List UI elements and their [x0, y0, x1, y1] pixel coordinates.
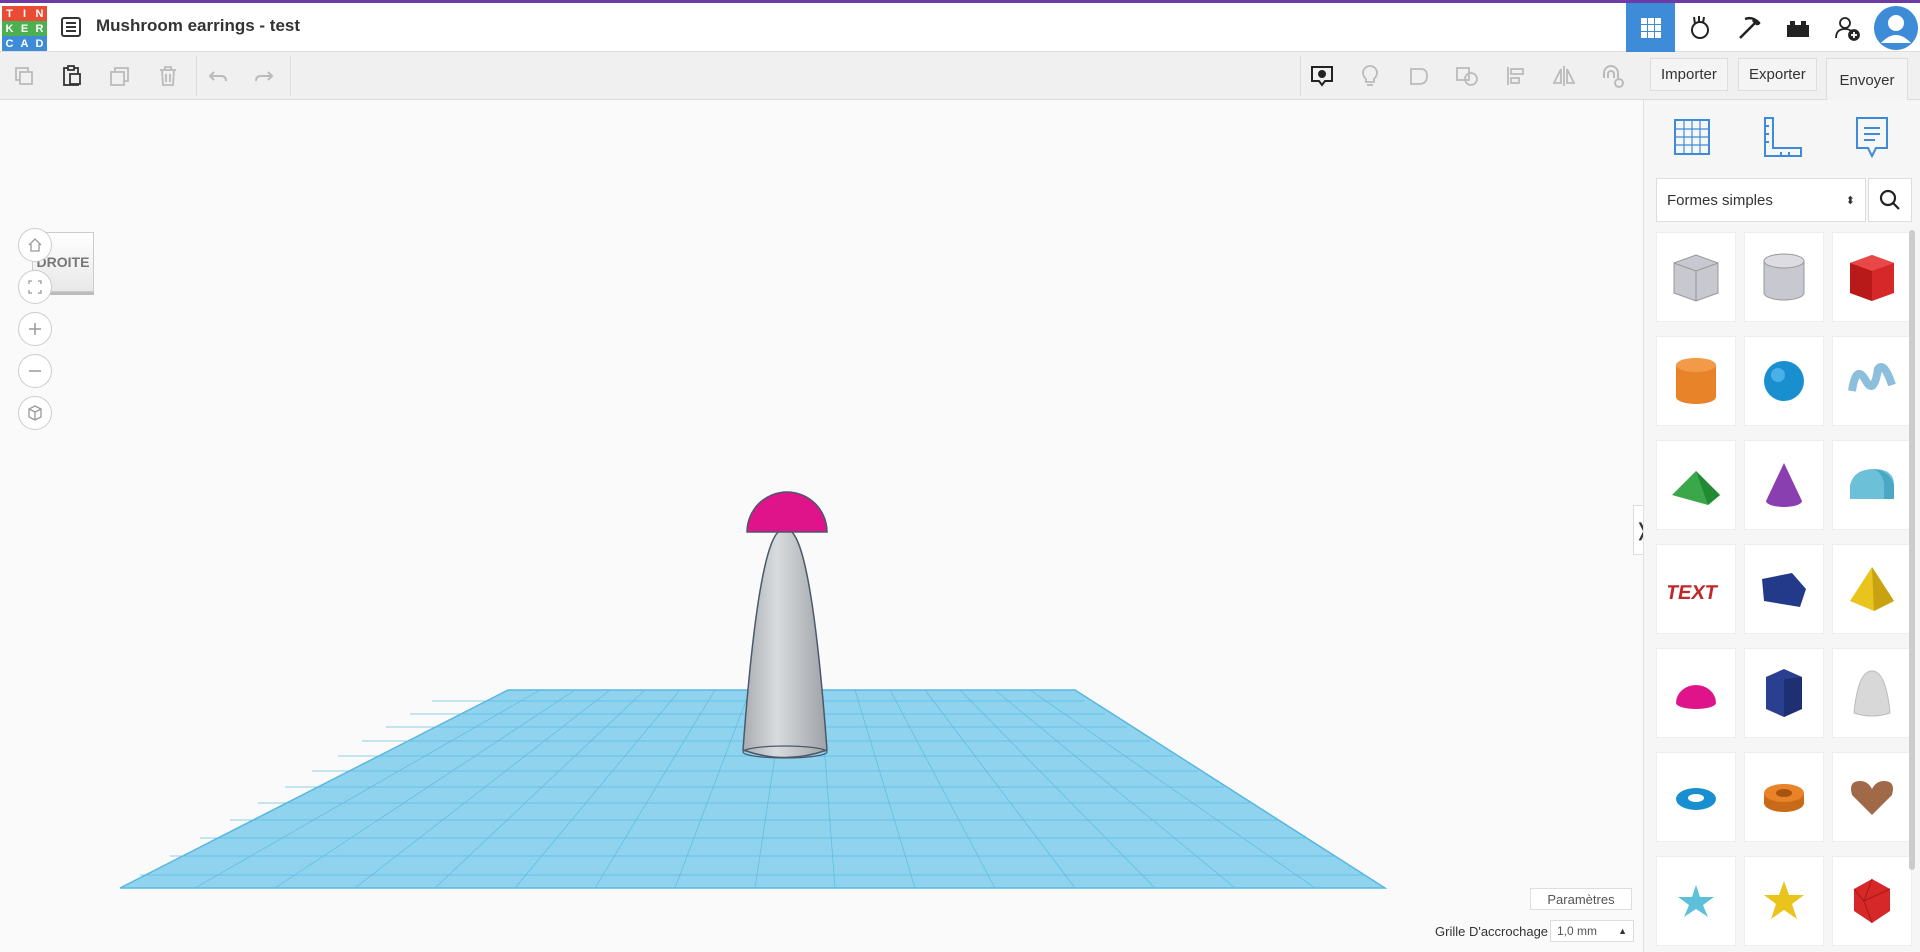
- workplane-scene[interactable]: [0, 100, 1640, 952]
- logo-letter: K: [2, 21, 17, 36]
- shape-cone[interactable]: [1744, 440, 1824, 530]
- fit-view-icon[interactable]: [18, 270, 52, 304]
- mushroom-cap[interactable]: [746, 491, 828, 533]
- settings-button[interactable]: Paramètres: [1530, 888, 1632, 910]
- mushroom-stem[interactable]: [742, 528, 828, 759]
- shape-icosahedron[interactable]: [1832, 856, 1912, 946]
- shape-scribble[interactable]: [1832, 336, 1912, 426]
- shape-tube[interactable]: [1744, 752, 1824, 842]
- undo-icon[interactable]: [204, 62, 232, 90]
- select-arrows-icon: ⬍: [1845, 194, 1855, 207]
- shape-sphere[interactable]: [1744, 336, 1824, 426]
- add-user-icon[interactable]: [1822, 3, 1871, 52]
- logo-letter: E: [17, 21, 32, 36]
- shape-star-yellow[interactable]: [1744, 856, 1824, 946]
- shape-roof[interactable]: [1656, 440, 1736, 530]
- ruler-icon[interactable]: [1759, 114, 1805, 160]
- shape-round-roof[interactable]: [1832, 440, 1912, 530]
- notes-icon[interactable]: [1308, 62, 1336, 90]
- svg-text:TEXT: TEXT: [1668, 582, 1720, 604]
- shape-heart[interactable]: [1832, 752, 1912, 842]
- export-button[interactable]: Exporter: [1738, 58, 1817, 91]
- logo-letter: R: [32, 21, 47, 36]
- panel-scrollbar[interactable]: [1909, 230, 1915, 870]
- workplane-icon[interactable]: [1669, 114, 1715, 160]
- pickaxe-icon[interactable]: [1724, 3, 1773, 52]
- ungroup-icon[interactable]: [1453, 62, 1481, 90]
- brick-icon[interactable]: [1773, 3, 1822, 52]
- snap-grid-select[interactable]: 1,0 mm ▲: [1550, 920, 1634, 942]
- snap-grid-label: Grille D'accrochage: [1435, 924, 1549, 939]
- light-bulb-icon[interactable]: [1356, 62, 1384, 90]
- group-icon[interactable]: [1405, 62, 1433, 90]
- shape-polygon[interactable]: [1744, 648, 1824, 738]
- logo-letter: C: [2, 36, 17, 51]
- top-bar: TINKERCAD Mushroom earrings - test: [0, 0, 1920, 52]
- zoom-out-icon[interactable]: [18, 354, 52, 388]
- copy-icon[interactable]: [10, 62, 38, 90]
- toolbar: [0, 52, 1920, 100]
- shape-pyramid[interactable]: [1832, 544, 1912, 634]
- design-title[interactable]: Mushroom earrings - test: [96, 16, 300, 36]
- shape-cylinder[interactable]: [1656, 336, 1736, 426]
- redo-icon[interactable]: [250, 62, 278, 90]
- tinker-hand-icon[interactable]: [1675, 3, 1724, 52]
- design-list-icon[interactable]: [59, 15, 83, 39]
- shape-category-value: Formes simples: [1667, 191, 1773, 209]
- avatar-icon[interactable]: [1871, 3, 1920, 52]
- duplicate-icon[interactable]: [106, 62, 134, 90]
- shape-half-sphere[interactable]: [1656, 648, 1736, 738]
- logo-letter: I: [17, 6, 32, 21]
- zoom-in-icon[interactable]: [18, 312, 52, 346]
- logo-letter: D: [32, 36, 47, 51]
- logo-letter: T: [2, 6, 17, 21]
- home-view-icon[interactable]: [18, 228, 52, 262]
- shape-search-button[interactable]: [1868, 178, 1912, 222]
- top-nav-icons: [1626, 3, 1920, 52]
- magnet-icon[interactable]: [1598, 62, 1626, 90]
- shape-cylinder-hole[interactable]: [1744, 232, 1824, 322]
- import-button[interactable]: Importer: [1650, 58, 1728, 91]
- shape-box-hole[interactable]: [1656, 232, 1736, 322]
- perspective-icon[interactable]: [18, 396, 52, 430]
- shape-paraboloid[interactable]: [1832, 648, 1912, 738]
- caret-up-icon: ▲: [1618, 926, 1627, 936]
- grid-view-icon[interactable]: [1626, 3, 1675, 52]
- logo-letter: A: [17, 36, 32, 51]
- notes-panel-icon[interactable]: [1849, 114, 1895, 160]
- tinkercad-logo[interactable]: TINKERCAD: [2, 6, 47, 51]
- shape-text[interactable]: TEXT: [1656, 544, 1736, 634]
- shape-torus[interactable]: [1656, 752, 1736, 842]
- 3d-viewport[interactable]: DROITE: [0, 100, 1640, 952]
- mirror-icon[interactable]: [1550, 62, 1578, 90]
- align-icon[interactable]: [1502, 62, 1530, 90]
- delete-icon[interactable]: [154, 62, 182, 90]
- paste-icon[interactable]: [58, 62, 86, 90]
- shape-category-select[interactable]: Formes simples ⬍: [1656, 178, 1866, 222]
- shape-star[interactable]: [1656, 856, 1736, 946]
- snap-grid-value: 1,0 mm: [1557, 924, 1598, 938]
- shape-wedge[interactable]: [1744, 544, 1824, 634]
- shapes-panel: Formes simples ⬍ TEXT: [1643, 100, 1920, 952]
- logo-letter: N: [32, 6, 47, 21]
- shape-box[interactable]: [1832, 232, 1912, 322]
